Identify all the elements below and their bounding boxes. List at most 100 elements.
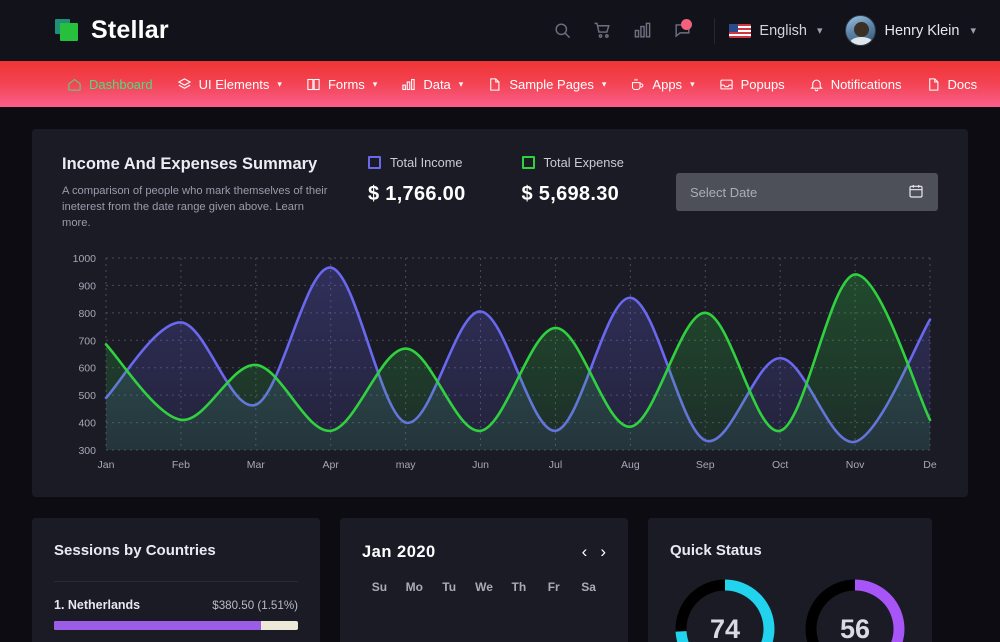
inbox-icon [719, 79, 733, 89]
gauge-value: 74 [709, 613, 741, 642]
language-label: English [759, 22, 807, 39]
legend-swatch-icon [368, 156, 381, 169]
layers-icon [177, 77, 191, 89]
status-gauge: 74 [673, 577, 777, 642]
top-bar-actions: English ▾ Henry Klein ▾ [542, 11, 976, 51]
x-axis-tick-label: may [396, 459, 417, 471]
select-date-input[interactable]: Select Date [676, 173, 938, 211]
nav-label: Data [423, 76, 451, 92]
stacked-squares-logo-icon [55, 18, 81, 43]
top-bar: Stellar English ▾ Henry Klein ▾ [0, 0, 1000, 61]
summary-text: Income And Expenses Summary A comparison… [62, 155, 330, 232]
x-axis-tick-label: Mar [247, 459, 266, 471]
nav-label: Sample Pages [509, 76, 594, 92]
sessions-by-countries-card: Sessions by Countries 1. Netherlands $38… [32, 518, 320, 642]
brand-name: Stellar [91, 16, 169, 44]
x-axis-tick-label: Nov [846, 459, 865, 471]
legend-swatch-icon [521, 156, 535, 169]
x-axis-tick-label: Sep [696, 459, 715, 471]
nav-item-forms[interactable]: Forms ▾ [294, 61, 389, 107]
nav-label: Notifications [830, 76, 902, 92]
legend-label: Total Expense [543, 155, 624, 170]
user-menu[interactable]: Henry Klein ▾ [844, 15, 976, 46]
progress-bar [54, 621, 298, 630]
total-expense-block: Total Expense $ 5,698.30 [521, 155, 624, 206]
weekday-label: We [475, 580, 493, 594]
divider [714, 17, 716, 44]
x-axis-tick-label: Jul [549, 459, 562, 471]
chevron-down-icon: ▾ [372, 78, 378, 89]
x-axis-tick-label: De [923, 459, 937, 471]
nav-item-docs[interactable]: Docs [914, 61, 990, 107]
total-income-block: Total Income $ 1,766.00 [368, 155, 466, 206]
total-expense-value: $ 5,698.30 [521, 183, 620, 205]
chevron-down-icon: ▾ [970, 25, 976, 37]
bell-icon [809, 79, 823, 91]
home-icon [68, 78, 81, 91]
bottom-cards-row: Sessions by Countries 1. Netherlands $38… [32, 518, 968, 642]
search-icon[interactable] [542, 11, 582, 51]
page-icon [490, 77, 500, 91]
bar-chart-icon [402, 78, 415, 90]
nav-item-dashboard[interactable]: Dashboard [55, 61, 165, 107]
select-date-placeholder: Select Date [690, 184, 758, 200]
nav-label: UI Elements [198, 76, 270, 92]
calendar-nav: ‹ › [582, 542, 606, 562]
legend-total-income: Total Income [368, 155, 466, 170]
nav-item-ui-elements[interactable]: UI Elements ▾ [165, 61, 294, 107]
messages-icon[interactable] [662, 11, 702, 51]
document-icon [928, 77, 938, 91]
brand-logo[interactable]: Stellar [55, 16, 169, 45]
user-name: Henry Klein [884, 22, 960, 39]
calendar-header: Jan 2020 ‹ › [362, 542, 606, 562]
weekday-label: Mo [405, 580, 423, 594]
chevron-right-icon[interactable]: › [600, 542, 606, 562]
nav-item-notifications[interactable]: Notifications [797, 61, 914, 107]
chevron-down-icon: ▾ [458, 78, 464, 89]
chevron-left-icon[interactable]: ‹ [582, 542, 588, 562]
language-selector[interactable]: English ▾ [729, 22, 823, 39]
weekday-label: Su [371, 580, 388, 594]
nav-item-data[interactable]: Data ▾ [389, 61, 475, 107]
nav-label: Docs [947, 76, 978, 92]
cart-icon[interactable] [582, 11, 622, 51]
nav-item-sample-pages[interactable]: Sample Pages ▾ [475, 61, 618, 107]
chevron-down-icon: ▾ [601, 78, 607, 89]
y-axis-tick-label: 600 [78, 362, 96, 374]
x-axis-tick-label: Jan [98, 459, 115, 471]
chevron-down-icon: ▾ [277, 78, 282, 89]
legend-total-expense: Total Expense [521, 155, 624, 170]
country-name: 1. Netherlands [54, 598, 141, 612]
main-navigation: Dashboard UI Elements ▾ Forms ▾ Data ▾ S… [0, 61, 1000, 107]
quick-status-gauges: 74 56 [670, 577, 910, 642]
x-axis-tick-label: Feb [172, 459, 190, 471]
nav-label: Apps [652, 76, 683, 92]
card-title: Sessions by Countries [54, 542, 216, 559]
y-axis-tick-label: 800 [78, 308, 96, 320]
bar-chart-icon[interactable] [622, 11, 662, 51]
gauge-value: 56 [839, 613, 871, 642]
x-axis-tick-label: Apr [323, 459, 340, 471]
nav-label: Dashboard [89, 76, 153, 92]
nav-label: Forms [327, 76, 365, 92]
weekday-label: Tu [442, 580, 457, 594]
status-gauge: 56 [803, 577, 907, 642]
y-axis-tick-label: 400 [78, 417, 96, 429]
nav-item-apps[interactable]: Apps ▾ [618, 61, 706, 107]
card-title: Quick Status [670, 542, 762, 559]
calendar-icon[interactable] [908, 183, 924, 202]
legend-label: Total Income [390, 155, 463, 170]
list-item: 1. Netherlands $380.50 (1.51%) [54, 598, 298, 612]
y-axis-tick-label: 500 [78, 390, 96, 402]
y-axis-tick-label: 900 [78, 280, 96, 292]
avatar [844, 15, 876, 46]
calendar-weekdays: Su Mo Tu We Th Fr Sa [362, 580, 606, 594]
notification-badge [681, 18, 693, 30]
weekday-label: Sa [581, 580, 596, 594]
coffee-cup-icon [632, 78, 644, 90]
nav-item-popups[interactable]: Popups [707, 61, 797, 107]
y-axis-tick-label: 300 [78, 445, 96, 457]
calendar-month-year: Jan 2020 [362, 542, 436, 561]
y-axis-tick-label: 700 [78, 335, 96, 347]
total-income-value: $ 1,766.00 [368, 183, 466, 205]
